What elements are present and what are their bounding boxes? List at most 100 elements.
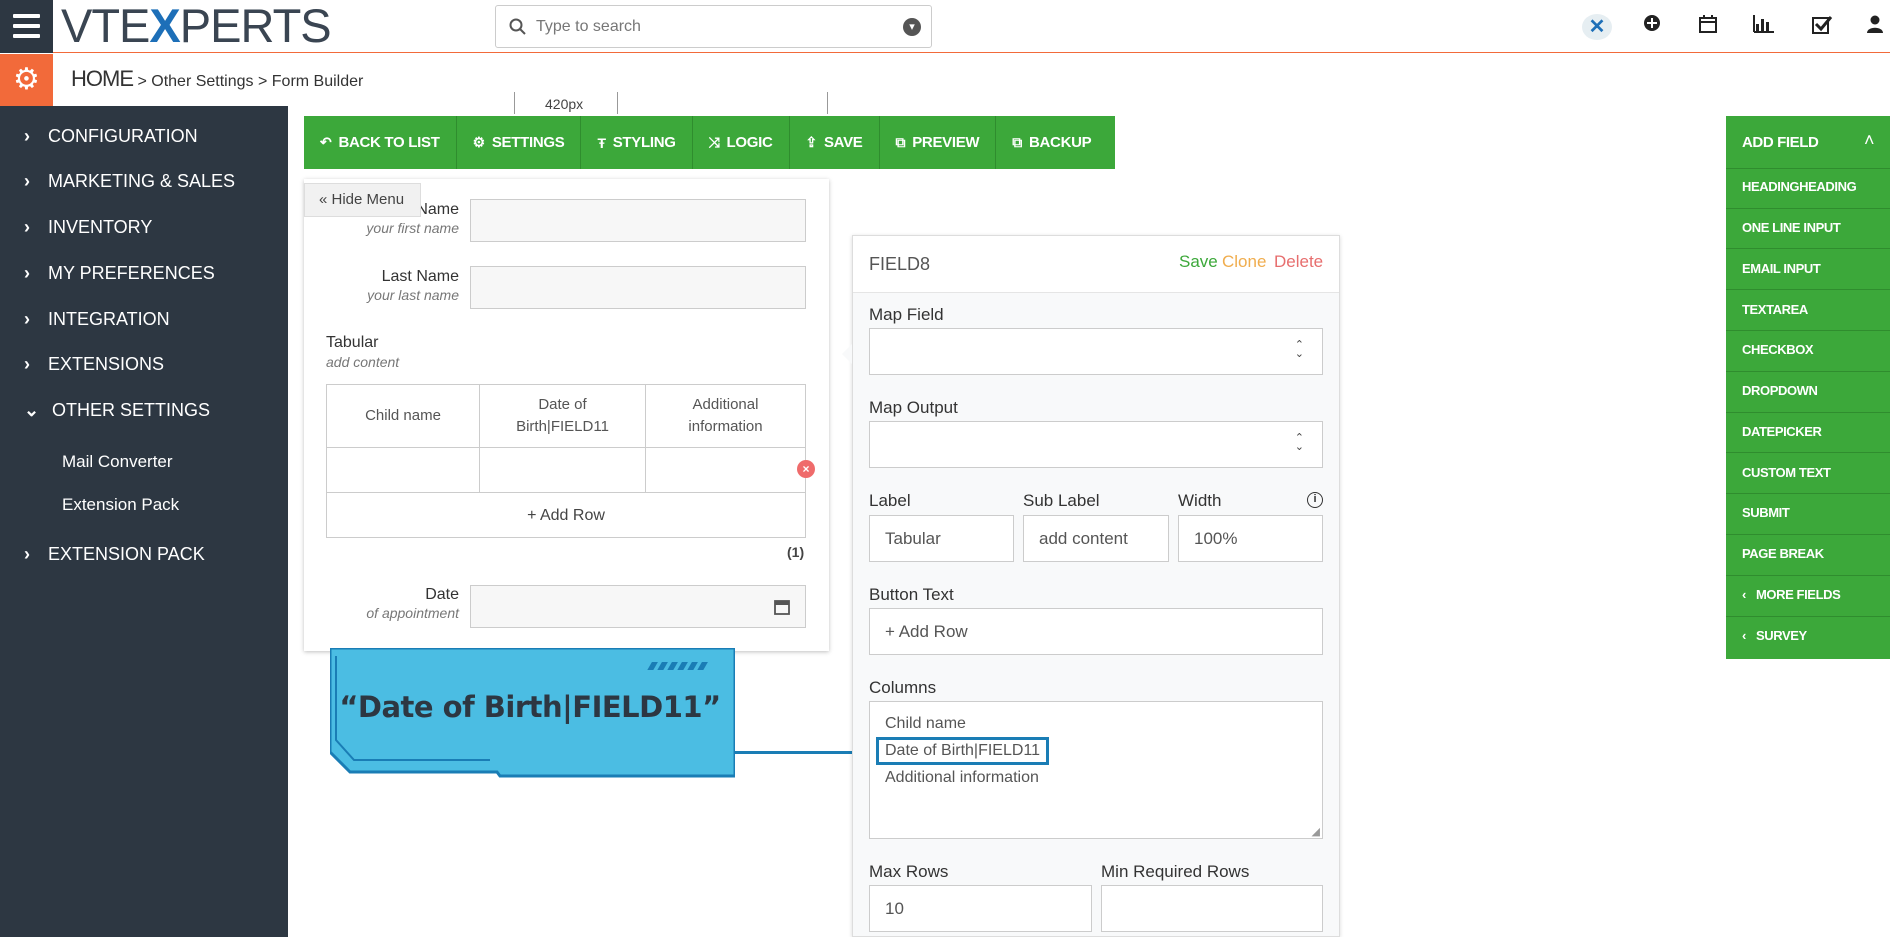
logo[interactable]: VTEXPERTS bbox=[61, 2, 332, 49]
add-field-email-input[interactable]: EMAIL INPUT bbox=[1742, 261, 1821, 276]
label-input[interactable]: Tabular bbox=[869, 515, 1014, 562]
save-button[interactable]: ⇪ SAVE bbox=[790, 116, 880, 169]
sidebar-subitem-extension-pack[interactable]: Extension Pack bbox=[62, 495, 179, 515]
delete-row-icon[interactable]: × bbox=[797, 460, 815, 478]
calendar-icon[interactable] bbox=[1698, 14, 1718, 40]
sidebar-item-other-settings[interactable]: ⌄ OTHER SETTINGS bbox=[24, 400, 210, 421]
settings-button[interactable]: ⚙ SETTINGS bbox=[457, 116, 582, 169]
map-field-select[interactable]: ⌃ ⌄ bbox=[869, 328, 1323, 375]
back-to-list-button[interactable]: ↶ BACK TO LIST bbox=[304, 116, 457, 169]
calendar-icon[interactable] bbox=[773, 598, 791, 616]
sidebar-item-extensions[interactable]: › EXTENSIONS bbox=[24, 354, 164, 375]
resize-handle-icon[interactable]: ◢ bbox=[1312, 825, 1320, 838]
settings-gear-icon[interactable]: ⚙ bbox=[0, 54, 53, 106]
add-field-custom-text[interactable]: CUSTOM TEXT bbox=[1742, 465, 1831, 480]
chevron-down-icon: ⌄ bbox=[24, 400, 40, 420]
gear-icon: ⚙ bbox=[472, 134, 486, 150]
sidebar-item-inventory[interactable]: › INVENTORY bbox=[24, 217, 152, 238]
sidebar-item-integration[interactable]: › INTEGRATION bbox=[24, 309, 170, 330]
hide-menu-button[interactable]: « Hide Menu bbox=[304, 183, 421, 217]
add-field-heading[interactable]: HEADINGHEADING bbox=[1742, 179, 1857, 194]
columns-line-highlighted: Date of Birth|FIELD11 bbox=[876, 737, 1050, 765]
map-field-label: Map Field bbox=[869, 305, 944, 324]
table-cell[interactable] bbox=[480, 448, 646, 493]
add-field-submit[interactable]: SUBMIT bbox=[1742, 505, 1790, 520]
sidebar-item-extension-pack[interactable]: › EXTENSION PACK bbox=[24, 544, 205, 565]
add-field-page-break[interactable]: PAGE BREAK bbox=[1742, 546, 1824, 561]
width-input[interactable]: 100% bbox=[1178, 515, 1323, 562]
add-field-checkbox[interactable]: CHECKBOX bbox=[1742, 342, 1814, 357]
breadcrumb-separator: > bbox=[257, 73, 268, 90]
breadcrumb-separator: > bbox=[137, 73, 147, 90]
row-count: (1) bbox=[787, 544, 805, 560]
sidebar-item-label: CONFIGURATION bbox=[48, 126, 198, 146]
field-delete-link[interactable]: Delete bbox=[1274, 252, 1323, 272]
preview-button[interactable]: ⧉ PREVIEW bbox=[880, 116, 997, 169]
hamburger-menu-icon[interactable] bbox=[0, 0, 53, 53]
reports-chart-icon[interactable] bbox=[1753, 14, 1775, 40]
add-field-more-fields[interactable]: ‹ MORE FIELDS bbox=[1742, 587, 1841, 602]
search-input[interactable]: Type to search ▾ bbox=[495, 5, 932, 48]
sidebar-subitem-mail-converter[interactable]: Mail Converter bbox=[62, 452, 173, 472]
divider bbox=[1726, 289, 1890, 290]
tabular-table: Child name Date of Birth|FIELD11 Additio… bbox=[326, 384, 806, 538]
chevron-up-icon[interactable]: ˄ bbox=[1864, 130, 1875, 151]
styling-button[interactable]: Ŧ STYLING bbox=[581, 116, 693, 169]
sidebar-item-my-preferences[interactable]: › MY PREFERENCES bbox=[24, 263, 215, 284]
add-field-title[interactable]: ADD FIELD bbox=[1742, 134, 1819, 151]
logic-button[interactable]: ⤨ LOGIC bbox=[693, 116, 790, 169]
sidebar-item-marketing-sales[interactable]: › MARKETING & SALES bbox=[24, 171, 235, 192]
table-cell[interactable] bbox=[646, 448, 805, 493]
sidebar-item-label: INVENTORY bbox=[48, 217, 153, 237]
breadcrumb-home[interactable]: HOME bbox=[71, 66, 134, 91]
field-clone-link[interactable]: Clone bbox=[1222, 252, 1266, 272]
field-save-link[interactable]: Save bbox=[1179, 252, 1218, 272]
shuffle-icon: ⤨ bbox=[708, 134, 720, 150]
table-cell[interactable] bbox=[327, 448, 480, 493]
info-icon[interactable]: i bbox=[1307, 492, 1323, 508]
last-name-sublabel: your last name bbox=[367, 287, 459, 303]
sidebar-item-label: EXTENSIONS bbox=[48, 354, 165, 374]
chevron-right-icon: › bbox=[24, 126, 30, 146]
add-field-survey[interactable]: ‹ SURVEY bbox=[1742, 628, 1807, 643]
last-name-input[interactable] bbox=[470, 266, 806, 309]
divider bbox=[1726, 371, 1890, 372]
add-row-button[interactable]: + Add Row bbox=[327, 493, 805, 538]
form-builder-toolbar: ↶ BACK TO LIST ⚙ SETTINGS Ŧ STYLING ⤨ LOGIC … bbox=[304, 116, 1115, 169]
sidebar-item-label: EXTENSION PACK bbox=[48, 544, 205, 564]
first-name-input[interactable] bbox=[470, 199, 806, 242]
user-profile-icon[interactable] bbox=[1866, 14, 1884, 40]
add-field-one-line-input[interactable]: ONE LINE INPUT bbox=[1742, 220, 1841, 235]
tasks-checkbox-icon[interactable] bbox=[1811, 14, 1833, 42]
label-label: Label bbox=[869, 491, 911, 510]
date-input[interactable] bbox=[470, 585, 806, 628]
sidebar-item-configuration[interactable]: › CONFIGURATION bbox=[24, 126, 198, 147]
min-required-rows-label: Min Required Rows bbox=[1101, 862, 1250, 881]
columns-textarea[interactable]: Child name Date of Birth|FIELD11 Additio… bbox=[869, 701, 1323, 839]
columns-line: Additional information bbox=[885, 769, 1039, 786]
add-field-textarea[interactable]: TEXTAREA bbox=[1742, 302, 1808, 317]
width-label: Width bbox=[1178, 491, 1222, 510]
upload-icon: ⇪ bbox=[805, 134, 818, 150]
backup-button[interactable]: ⧉ BACKUP bbox=[996, 116, 1107, 169]
sublabel-input[interactable]: add content bbox=[1023, 515, 1169, 562]
breadcrumb-form-builder[interactable]: Form Builder bbox=[272, 73, 364, 90]
divider bbox=[1726, 452, 1890, 453]
max-rows-input[interactable]: 10 bbox=[869, 885, 1092, 932]
button-text-input[interactable]: + Add Row bbox=[869, 608, 1323, 655]
add-field-dropdown[interactable]: DROPDOWN bbox=[1742, 383, 1818, 398]
vtexperts-x-icon[interactable]: ✕ bbox=[1582, 14, 1612, 40]
table-header: Additional information bbox=[646, 385, 805, 448]
ruler-tick bbox=[827, 92, 828, 114]
tabular-label: Tabular bbox=[326, 334, 379, 351]
table-header: Child name bbox=[327, 385, 480, 448]
add-field-datepicker[interactable]: DATEPICKER bbox=[1742, 424, 1822, 439]
breadcrumb-other-settings[interactable]: Other Settings bbox=[151, 73, 253, 90]
min-required-rows-input[interactable] bbox=[1101, 885, 1323, 932]
divider bbox=[1726, 330, 1890, 331]
add-plus-icon[interactable] bbox=[1643, 14, 1661, 38]
chevron-right-icon: › bbox=[24, 217, 30, 237]
map-output-select[interactable]: ⌃ ⌄ bbox=[869, 421, 1323, 468]
breadcrumb: HOME > Other Settings > Form Builder bbox=[71, 66, 363, 92]
search-dropdown-icon[interactable]: ▾ bbox=[903, 18, 921, 36]
